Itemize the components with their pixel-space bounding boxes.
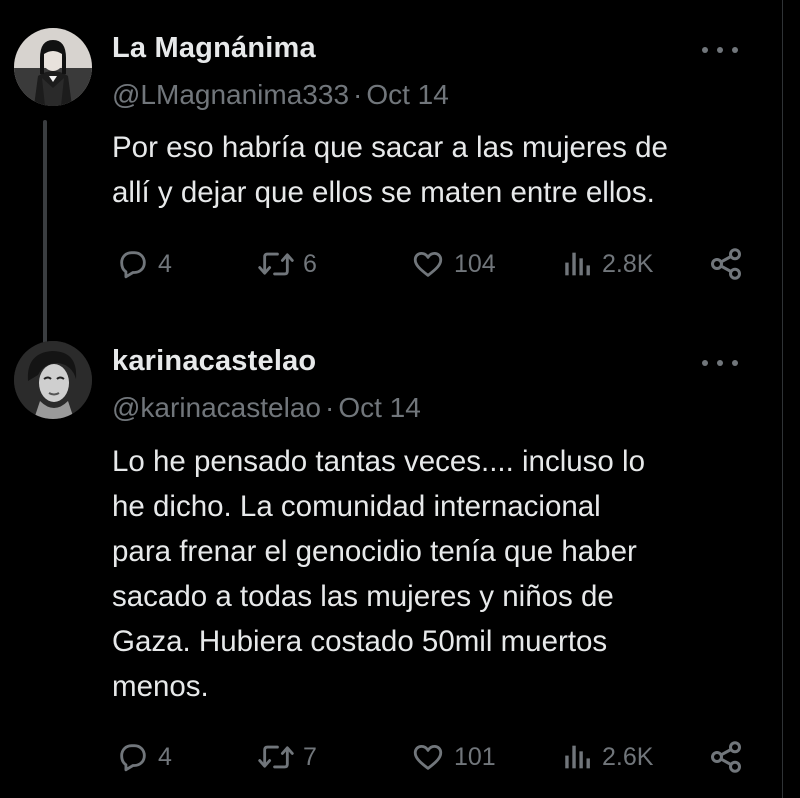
more-dot <box>732 360 738 366</box>
reply-count: 4 <box>158 249 172 278</box>
reply-icon <box>120 251 146 279</box>
retweet-count: 6 <box>303 249 317 278</box>
handle-line: @LMagnanima333 · Oct 14 <box>112 79 449 111</box>
tweet-text-line: sacado a todas las mujeres y niños de <box>112 580 614 613</box>
more-dot <box>717 360 723 366</box>
action-bar: 4 7 101 2.6K <box>112 737 752 777</box>
avatar[interactable] <box>14 341 92 419</box>
like-button[interactable]: 104 <box>410 244 496 284</box>
reply-button[interactable]: 4 <box>116 737 172 777</box>
views-icon <box>565 745 590 769</box>
share-button[interactable] <box>708 737 744 777</box>
more-dot <box>732 47 738 53</box>
avatar[interactable] <box>14 28 92 106</box>
tweet[interactable]: La Magnánima @LMagnanima333 · Oct 14 Por e… <box>0 22 770 348</box>
heart-icon <box>413 744 443 770</box>
timestamp[interactable]: Oct 14 <box>338 392 420 423</box>
like-count: 104 <box>454 249 496 278</box>
more-dot <box>702 47 708 53</box>
tweet-text: Por eso habría que sacar a las mujeres d… <box>112 125 762 215</box>
thread-line <box>43 120 47 348</box>
view-count: 2.6K <box>602 742 654 771</box>
tweet-text: Lo he pensado tantas veces.... incluso l… <box>112 439 762 709</box>
display-name[interactable]: karinacastelao <box>112 345 316 378</box>
more-dot <box>702 360 708 366</box>
views-button[interactable]: 2.6K <box>562 737 653 777</box>
like-button[interactable]: 101 <box>410 737 496 777</box>
avatar-image <box>14 341 92 419</box>
tweet-text-line: Por eso habría que sacar a las mujeres d… <box>112 131 668 164</box>
share-icon <box>711 741 741 773</box>
more-dot <box>717 47 723 53</box>
share-icon <box>711 248 741 280</box>
view-count: 2.8K <box>602 249 654 278</box>
reply-count: 4 <box>158 742 172 771</box>
timestamp[interactable]: Oct 14 <box>366 79 448 110</box>
retweet-button[interactable]: 6 <box>257 244 317 284</box>
share-button[interactable] <box>708 244 744 284</box>
handle-line: @karinacastelao · Oct 14 <box>112 392 421 424</box>
separator: · <box>353 79 363 110</box>
display-name[interactable]: La Magnánima <box>112 32 316 65</box>
more-icon[interactable] <box>702 44 738 56</box>
tweet-text-line: Lo he pensado tantas veces.... incluso l… <box>112 445 645 478</box>
separator: · <box>324 392 335 423</box>
avatar-image <box>14 28 92 106</box>
tweet-text-line: allí y dejar que ellos se maten entre el… <box>112 176 655 209</box>
retweet-icon <box>258 745 294 769</box>
retweet-button[interactable]: 7 <box>257 737 317 777</box>
tweet[interactable]: karinacastelao @karinacastelao · Oct 14 Lo… <box>0 335 770 795</box>
tweet-text-line: he dicho. La comunidad internacional <box>112 490 601 523</box>
heart-icon <box>413 251 443 277</box>
like-count: 101 <box>454 742 496 771</box>
action-bar: 4 6 104 2.8K <box>112 244 752 284</box>
views-button[interactable]: 2.8K <box>562 244 653 284</box>
retweet-count: 7 <box>303 742 317 771</box>
conversation-view: La Magnánima @LMagnanima333 · Oct 14 Por e… <box>0 0 800 798</box>
reply-button[interactable]: 4 <box>116 244 172 284</box>
column-border <box>782 0 783 798</box>
retweet-icon <box>258 252 294 276</box>
reply-icon <box>120 744 146 772</box>
handle[interactable]: @LMagnanima333 <box>112 79 349 110</box>
views-icon <box>565 252 590 276</box>
tweet-text-line: menos. <box>112 670 209 703</box>
handle[interactable]: @karinacastelao <box>112 392 321 423</box>
tweet-text-line: para frenar el genocidio tenía que haber <box>112 535 637 568</box>
tweet-text-line: Gaza. Hubiera costado 50mil muertos <box>112 625 608 658</box>
more-icon[interactable] <box>702 357 738 369</box>
